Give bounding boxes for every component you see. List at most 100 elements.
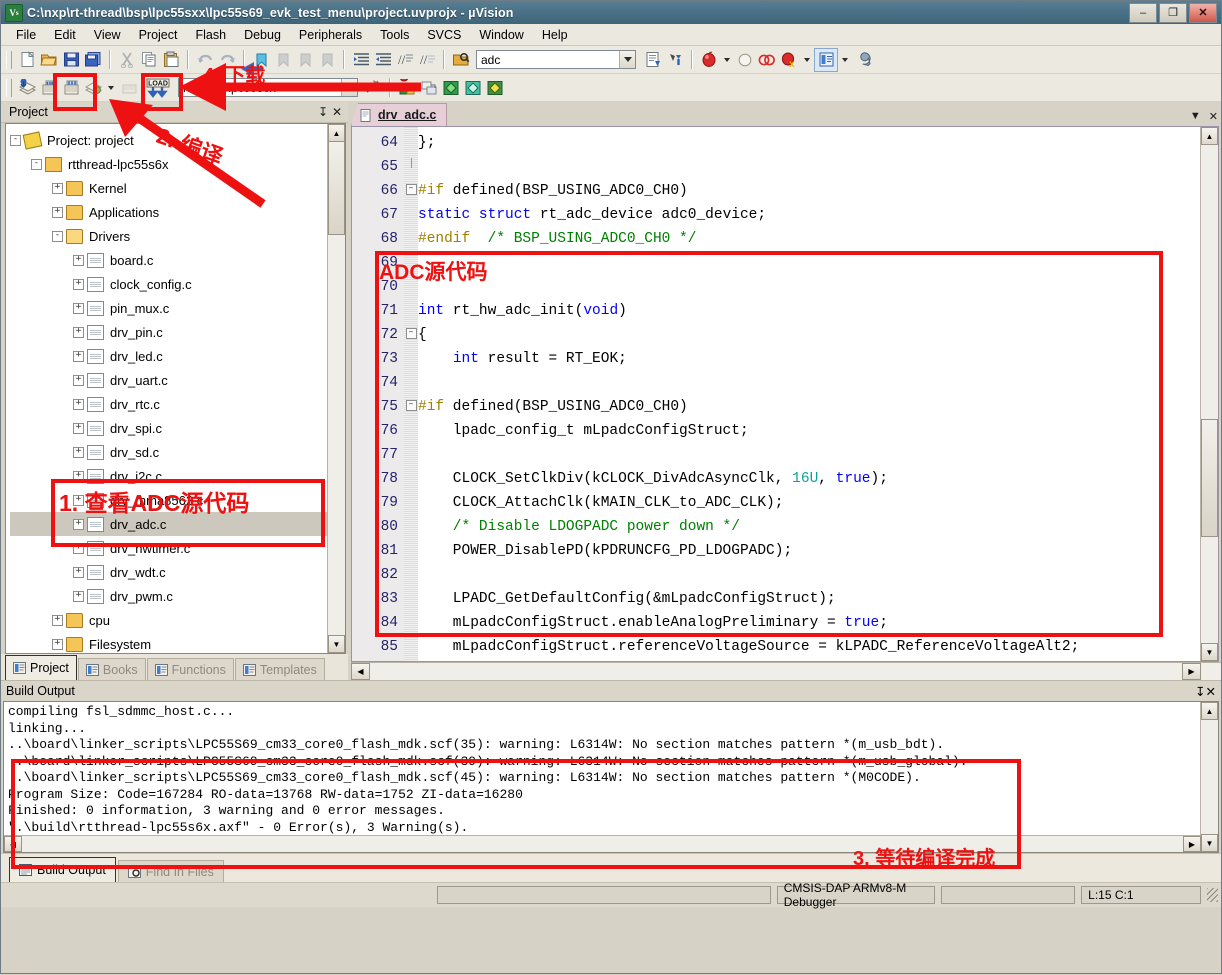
code-line[interactable]: CLOCK_AttachClk(kMAIN_CLK_to_ADC_CLK); bbox=[418, 491, 1218, 515]
menu-peripherals[interactable]: Peripherals bbox=[290, 26, 371, 44]
collapse-icon[interactable]: - bbox=[52, 231, 63, 242]
editor-scroll-up-arrow[interactable]: ▲ bbox=[1201, 127, 1218, 145]
code-line[interactable] bbox=[418, 275, 1218, 299]
code-line[interactable]: }; bbox=[418, 131, 1218, 155]
fold-marker[interactable] bbox=[404, 443, 418, 467]
uncomment-icon[interactable]: // bbox=[416, 49, 438, 71]
build-output-scrollbar[interactable]: ▲ ▼ bbox=[1200, 702, 1218, 852]
tree-item[interactable]: +cpu bbox=[10, 608, 345, 632]
project-tree-scrollbar[interactable]: ▲ ▼ bbox=[327, 124, 345, 653]
bo-scroll-down-arrow[interactable]: ▼ bbox=[1201, 834, 1218, 852]
hscroll-right-arrow[interactable]: ▶ bbox=[1182, 663, 1201, 680]
download-icon[interactable]: LOAD bbox=[140, 77, 176, 99]
expand-icon[interactable]: + bbox=[73, 255, 84, 266]
expand-icon[interactable]: + bbox=[73, 471, 84, 482]
fold-marker[interactable] bbox=[404, 539, 418, 563]
debug-dropdown-arrow[interactable] bbox=[724, 58, 730, 62]
tree-item[interactable]: +drv_hwtimer.c bbox=[10, 536, 345, 560]
scroll-down-arrow[interactable]: ▼ bbox=[328, 635, 345, 653]
build-output-text-container[interactable]: compiling fsl_sdmmc_host.c...linking....… bbox=[3, 701, 1219, 853]
toolbar-grip-2[interactable] bbox=[6, 79, 12, 97]
copy-icon[interactable] bbox=[138, 49, 160, 71]
menu-window[interactable]: Window bbox=[470, 26, 532, 44]
panel-tab-books[interactable]: Books bbox=[78, 658, 146, 680]
tree-item[interactable]: +drv_mma8562.c bbox=[10, 488, 345, 512]
minimize-button[interactable]: – bbox=[1129, 3, 1157, 23]
fold-marker[interactable] bbox=[404, 635, 418, 659]
document-tab-drv-adc[interactable]: drv_adc.c bbox=[351, 103, 447, 126]
build-dropdown-arrow[interactable] bbox=[108, 86, 114, 90]
expand-icon[interactable]: + bbox=[73, 423, 84, 434]
paste-icon[interactable] bbox=[160, 49, 182, 71]
code-line[interactable]: int rt_hw_adc_init(void) bbox=[418, 299, 1218, 323]
target-selector-combo[interactable]: rtthread-lpc55s6x bbox=[178, 78, 358, 97]
fold-marker[interactable]: – bbox=[404, 395, 418, 419]
tree-item[interactable]: +drv_pin.c bbox=[10, 320, 345, 344]
expand-icon[interactable]: + bbox=[73, 567, 84, 578]
output-tab-find-in-files[interactable]: Find In Files bbox=[118, 860, 224, 882]
cut-icon[interactable] bbox=[116, 49, 138, 71]
expand-icon[interactable]: + bbox=[73, 495, 84, 506]
configuration-wizard-icon[interactable] bbox=[814, 48, 838, 72]
show-source-browser-icon[interactable] bbox=[642, 49, 664, 71]
tree-item[interactable]: +Applications bbox=[10, 200, 345, 224]
expand-icon[interactable]: + bbox=[73, 399, 84, 410]
expand-icon[interactable]: + bbox=[73, 519, 84, 530]
tree-item[interactable]: +drv_uart.c bbox=[10, 368, 345, 392]
expand-icon[interactable]: + bbox=[52, 207, 63, 218]
editor-scroll-down-arrow[interactable]: ▼ bbox=[1201, 643, 1218, 661]
collapse-icon[interactable]: - bbox=[10, 135, 21, 146]
code-editor[interactable]: 6465666768697071727374757677787980818283… bbox=[351, 126, 1219, 662]
code-line[interactable] bbox=[418, 155, 1218, 179]
maximize-button[interactable]: ❐ bbox=[1159, 3, 1187, 23]
expand-icon[interactable]: + bbox=[52, 615, 63, 626]
fold-marker[interactable] bbox=[404, 587, 418, 611]
toolbar-grip[interactable] bbox=[6, 51, 12, 69]
code-line[interactable]: int result = RT_EOK; bbox=[418, 347, 1218, 371]
code-line[interactable]: POWER_DisablePD(kPDRUNCFG_PD_LDOGPADC); bbox=[418, 539, 1218, 563]
editor-close-icon[interactable]: ✕ bbox=[1209, 110, 1218, 123]
target-dropdown-arrow[interactable] bbox=[341, 79, 357, 96]
target-options-icon[interactable] bbox=[362, 77, 384, 99]
expand-icon[interactable]: + bbox=[52, 183, 63, 194]
build-output-close-icon[interactable]: ✕ bbox=[1206, 684, 1216, 699]
expand-icon[interactable]: + bbox=[52, 639, 63, 650]
menu-project[interactable]: Project bbox=[130, 26, 187, 44]
collapse-icon[interactable]: - bbox=[31, 159, 42, 170]
code-line[interactable] bbox=[418, 371, 1218, 395]
code-line[interactable]: lpadc_config_t mLpadcConfigStruct; bbox=[418, 419, 1218, 443]
search-input-combo[interactable]: adc bbox=[476, 50, 636, 69]
tree-item[interactable]: +drv_spi.c bbox=[10, 416, 345, 440]
bo-scroll-up-arrow[interactable]: ▲ bbox=[1201, 702, 1218, 720]
tree-item[interactable]: +pin_mux.c bbox=[10, 296, 345, 320]
code-line[interactable]: /* Disable LDOGPADC power down */ bbox=[418, 515, 1218, 539]
expand-icon[interactable]: + bbox=[73, 543, 84, 554]
close-button[interactable]: ✕ bbox=[1189, 3, 1217, 23]
bo-hscroll-left-arrow[interactable]: ◀ bbox=[4, 836, 22, 852]
tree-item[interactable]: +drv_i2c.c bbox=[10, 464, 345, 488]
menu-view[interactable]: View bbox=[85, 26, 130, 44]
panel-tab-templates[interactable]: Templates bbox=[235, 658, 325, 680]
build-target-icon[interactable] bbox=[38, 77, 60, 99]
configuration-dropdown-arrow[interactable] bbox=[842, 58, 848, 62]
code-line[interactable]: mLpadcConfigStruct.enableAnalogPrelimina… bbox=[418, 611, 1218, 635]
batch-build-icon[interactable] bbox=[82, 77, 104, 99]
translate-file-icon[interactable] bbox=[16, 77, 38, 99]
save-all-icon[interactable] bbox=[82, 49, 104, 71]
tree-item[interactable]: -Project: project bbox=[10, 128, 345, 152]
tree-item[interactable]: +drv_adc.c bbox=[10, 512, 345, 536]
code-area[interactable]: 6465666768697071727374757677787980818283… bbox=[352, 127, 1218, 661]
build-output-hscrollbar[interactable]: ◀ ▶ bbox=[4, 835, 1201, 852]
fold-marker[interactable]: – bbox=[404, 323, 418, 347]
kill-all-breakpoints-icon[interactable]: x bbox=[778, 49, 800, 71]
bo-hscroll-right-arrow[interactable]: ▶ bbox=[1183, 836, 1201, 852]
fold-marker[interactable] bbox=[404, 563, 418, 587]
tree-item[interactable]: -Drivers bbox=[10, 224, 345, 248]
fold-marker[interactable] bbox=[404, 251, 418, 275]
indent-increase-icon[interactable] bbox=[350, 49, 372, 71]
fold-marker[interactable] bbox=[404, 371, 418, 395]
fold-marker[interactable] bbox=[404, 491, 418, 515]
tree-item[interactable]: +clock_config.c bbox=[10, 272, 345, 296]
open-file-icon[interactable] bbox=[38, 49, 60, 71]
goto-definition-icon[interactable] bbox=[664, 49, 686, 71]
